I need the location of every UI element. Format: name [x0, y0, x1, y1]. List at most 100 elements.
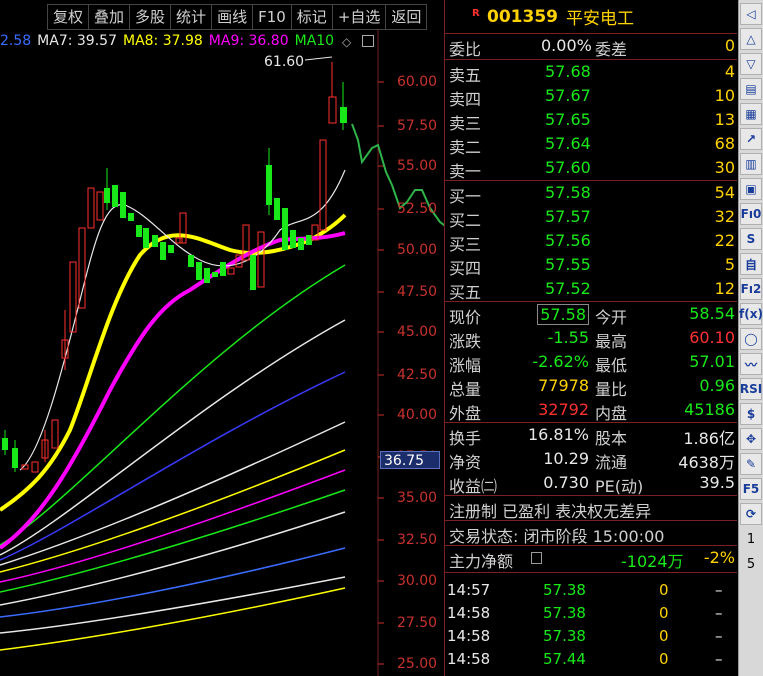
- legend-toggle-icon[interactable]: [362, 35, 374, 47]
- commission-ratio-value: 0.00%: [541, 36, 592, 55]
- price-axis-label: 57.50: [397, 118, 438, 134]
- quote-label: 涨幅: [449, 356, 482, 375]
- tick-price: 57.38: [543, 581, 586, 599]
- toolbar-button-6[interactable]: 标记: [290, 4, 332, 30]
- chart-toolbar: 复权 叠加 多股 统计 画线 F10 标记 +自选 返回: [47, 4, 428, 30]
- side-tool-icon[interactable]: ▥: [740, 153, 762, 175]
- fundamental-row: 换手 16.81% 股本 1.86亿: [445, 423, 737, 448]
- fundamental-value: 0.730: [543, 473, 589, 492]
- tick-time: 14:58: [447, 650, 491, 668]
- quote-label-2: 最高: [595, 332, 628, 351]
- side-tool-icon[interactable]: 自: [740, 253, 762, 275]
- tick-time: 14:58: [447, 627, 491, 645]
- side-tool-icon[interactable]: △: [740, 28, 762, 50]
- trade-status-row: 交易状态: 闭市阶段 15:00:00: [445, 521, 737, 546]
- side-tool-icon[interactable]: ↗: [740, 128, 762, 150]
- tick-volume: 0: [659, 650, 669, 668]
- quote-label: 外盘: [449, 404, 482, 423]
- side-tool-icon[interactable]: ◯: [740, 328, 762, 350]
- side-tool-icon[interactable]: ▤: [740, 78, 762, 100]
- bid-row-volume: 32: [714, 207, 735, 226]
- ma-legend-item: MA8: 37.98: [122, 33, 203, 49]
- side-tool-icon[interactable]: F5: [740, 478, 762, 500]
- ask-row: 卖一 57.60 30: [445, 156, 737, 181]
- fundamental-label: 净资: [449, 453, 482, 472]
- bid-row-price: 57.57: [545, 207, 591, 226]
- quote-stats: 现价 57.58 今开 58.54 涨跌 -1.55 最高 60.10 涨幅 -2.62% 最低 57…: [445, 302, 737, 423]
- side-tool-icon[interactable]: Fı0: [740, 203, 762, 225]
- side-tool-icon[interactable]: 5: [740, 553, 762, 575]
- ask-row: 卖二 57.64 68: [445, 132, 737, 157]
- legend-diamond-icon[interactable]: ◇: [342, 35, 351, 49]
- kline-chart[interactable]: [0, 0, 444, 676]
- side-tool-icon[interactable]: ▣: [740, 178, 762, 200]
- commission-ratio-label: 委比: [449, 40, 482, 59]
- side-tool-icon[interactable]: RSI: [740, 378, 762, 400]
- stock-code[interactable]: 001359: [487, 7, 558, 27]
- bid-row: 买四 57.55 5: [445, 253, 737, 278]
- ask-row-price: 57.68: [545, 62, 591, 81]
- side-tool-icon[interactable]: ✎: [740, 453, 762, 475]
- fundamental-row: 净资 10.29 流通 4638万: [445, 447, 737, 472]
- ask-row-price: 57.67: [545, 86, 591, 105]
- axis-ticks: [378, 81, 384, 665]
- side-tool-icon[interactable]: S: [740, 228, 762, 250]
- toolbar-button-1[interactable]: 叠加: [88, 4, 130, 30]
- stock-name[interactable]: 平安电工: [566, 4, 634, 29]
- bid-row: 买二 57.57 32: [445, 205, 737, 230]
- fundamental-value: 10.29: [543, 449, 589, 468]
- ask-row-volume: 68: [714, 134, 735, 153]
- bid-row-price: 57.52: [545, 279, 591, 298]
- price-axis-label: 55.00: [397, 158, 438, 174]
- quote-panel: R 001359 平安电工 委比 0.00% 委差 0 卖五 57.68 4 卖四 57…: [444, 0, 737, 676]
- toolbar-button-5[interactable]: F10: [252, 4, 291, 30]
- tick-volume: 0: [659, 581, 669, 599]
- stock-header: R 001359 平安电工: [445, 0, 737, 34]
- ask-row-price: 57.65: [545, 110, 591, 129]
- toolbar-button-8[interactable]: 返回: [385, 4, 428, 30]
- side-tool-icon[interactable]: ✥: [740, 428, 762, 450]
- side-tool-icon[interactable]: Fı2: [740, 278, 762, 300]
- bid-row: 买三 57.56 22: [445, 229, 737, 254]
- quote-value: 77978: [538, 376, 589, 395]
- ma8-line: [0, 213, 347, 512]
- tick-direction: –: [715, 604, 723, 622]
- candles: [2, 62, 347, 473]
- side-tool-icon[interactable]: $: [740, 403, 762, 425]
- ask-book: 卖五 57.68 4 卖四 57.67 10 卖三 57.65 13 卖二 57.64 68 卖一 57.…: [445, 60, 737, 181]
- ma7-line: [19, 169, 346, 471]
- toolbar-button-4[interactable]: 画线: [211, 4, 253, 30]
- ask-row-price: 57.60: [545, 158, 591, 177]
- side-tool-icon[interactable]: 〰: [740, 353, 762, 375]
- ask-row-label: 卖二: [449, 138, 482, 157]
- side-tool-icon[interactable]: ◁: [740, 3, 762, 25]
- quote-value-2: 58.54: [689, 304, 735, 323]
- ask-row-label: 卖三: [449, 114, 482, 133]
- tick-row: 14:58 57.38 0 –: [445, 625, 737, 648]
- bid-row-label: 买三: [449, 235, 482, 254]
- toolbar-button-7[interactable]: +自选: [331, 4, 386, 30]
- main-flow-row: 主力净额 -1024万 -2%: [445, 546, 737, 573]
- bid-row-label: 买五: [449, 283, 482, 302]
- side-tool-icon[interactable]: ⟳: [740, 503, 762, 525]
- side-tool-icon[interactable]: ▦: [740, 103, 762, 125]
- ask-row-volume: 13: [714, 110, 735, 129]
- main-flow-icon[interactable]: [531, 552, 542, 564]
- side-tool-icon[interactable]: f(x): [739, 303, 763, 325]
- tags-row: 注册制 已盈利 表决权无差异: [445, 496, 737, 521]
- side-tool-icon[interactable]: ▽: [740, 53, 762, 75]
- ma-legend-item: MA7: 39.57: [37, 33, 117, 49]
- bid-row-price: 57.58: [545, 183, 591, 202]
- bid-row-volume: 22: [714, 231, 735, 250]
- bid-row: 买五 57.52 12: [445, 277, 737, 302]
- quote-value: -1.55: [547, 328, 589, 347]
- toolbar-button-0[interactable]: 复权: [47, 4, 89, 30]
- side-tool-icon[interactable]: 1: [740, 528, 762, 550]
- toolbar-button-2[interactable]: 多股: [129, 4, 171, 30]
- fundamental-label: 换手: [449, 429, 482, 448]
- ask-row: 卖四 57.67 10: [445, 84, 737, 109]
- tick-time: 14:58: [447, 604, 491, 622]
- bid-row-price: 57.56: [545, 231, 591, 250]
- toolbar-button-3[interactable]: 统计: [170, 4, 212, 30]
- tick-direction: –: [715, 650, 723, 668]
